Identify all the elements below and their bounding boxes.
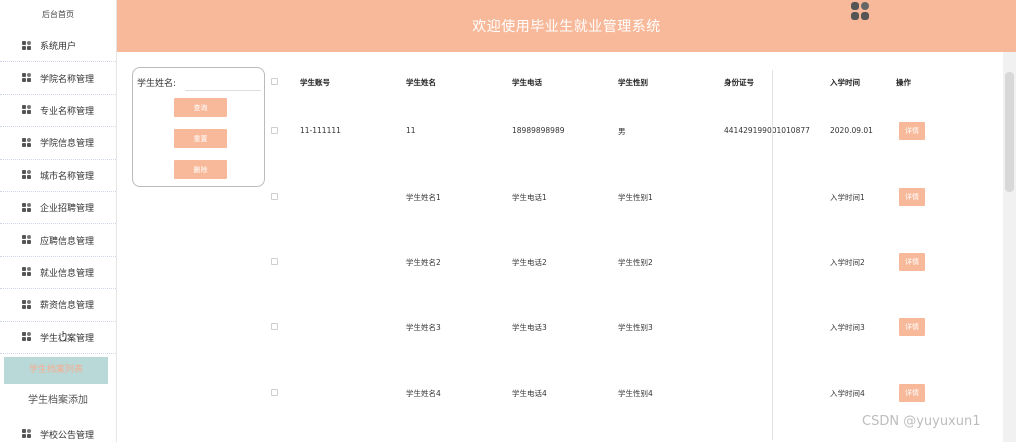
row-checkbox[interactable] <box>271 323 278 330</box>
table-header: 学生性别 <box>618 78 648 87</box>
sidebar-item-label: 薪资信息管理 <box>40 301 95 312</box>
sidebar-home-link[interactable]: 后台首页 <box>0 0 116 30</box>
sidebar-item-system-users[interactable]: 系统用户 <box>0 30 116 63</box>
grid-icon <box>22 235 32 245</box>
sidebar-item-student-archive[interactable]: 学生档案管理 <box>0 322 116 354</box>
table-row: 学生姓名3 学生电话3 学生性别3 入学时间3 详情 <box>266 318 1006 336</box>
table-cell: 学生性别3 <box>618 323 653 332</box>
detail-button[interactable]: 详情 <box>899 122 925 140</box>
vertical-scrollbar[interactable] <box>1003 52 1016 442</box>
table-cell: 18989898989 <box>512 126 565 135</box>
table-row: 学生姓名4 学生电话4 学生性别4 入学时间4 详情 <box>266 384 1006 402</box>
scrollbar-thumb[interactable] <box>1005 72 1014 192</box>
student-archive-table: 学生账号 学生姓名 学生电话 学生性别 身份证号 入学时间 操作 11-1111… <box>266 67 1006 442</box>
table-cell: 入学时间1 <box>830 193 865 202</box>
table-cell: 学生电话2 <box>512 258 547 267</box>
sidebar-item-city-name[interactable]: 城市名称管理 <box>0 160 116 192</box>
table-header: 学生姓名 <box>406 78 436 87</box>
sidebar-item-label: 系统用户 <box>40 42 77 53</box>
sidebar-item-label: 城市名称管理 <box>40 171 95 182</box>
table-cell: 学生电话1 <box>512 193 547 202</box>
sidebar-item-label: 就业信息管理 <box>40 268 95 279</box>
grid-icon <box>22 202 32 213</box>
row-checkbox[interactable] <box>271 127 278 134</box>
grid-icon <box>22 137 32 148</box>
table-header: 入学时间 <box>830 78 860 87</box>
sidebar-item-label: 学院名称管理 <box>40 74 95 85</box>
top-header: 欢迎使用毕业生就业管理系统 <box>117 0 1016 52</box>
table-cell: 学生姓名1 <box>406 193 441 202</box>
app-logo-icon <box>851 2 870 21</box>
table-header: 身份证号 <box>724 78 754 87</box>
grid-icon <box>22 105 32 115</box>
table-cell: 学生性别1 <box>618 193 653 202</box>
sidebar-item-label: 学院信息管理 <box>40 139 95 150</box>
table-cell: 入学时间4 <box>830 389 865 398</box>
hand-cursor-icon <box>60 331 67 342</box>
grid-icon <box>22 332 32 342</box>
row-checkbox[interactable] <box>271 258 278 265</box>
main-content: 学生姓名: 查询 重置 删除 学生账号 学生姓名 学生电话 学生性别 身份证号 … <box>117 52 1016 442</box>
table-row: 11-111111 11 18989898989 男 4414291990010… <box>266 122 1006 140</box>
table-header-row: 学生账号 学生姓名 学生电话 学生性别 身份证号 入学时间 操作 <box>266 77 1006 91</box>
grid-icon <box>22 429 32 439</box>
detail-button[interactable]: 详情 <box>899 188 925 206</box>
table-cell: 学生姓名2 <box>406 258 441 267</box>
table-cell: 学生性别4 <box>618 389 653 398</box>
row-checkbox[interactable] <box>271 193 278 200</box>
sidebar-item-label: 应聘信息管理 <box>40 236 95 247</box>
table-cell: 学生电话3 <box>512 323 547 332</box>
table-row: 学生姓名1 学生电话1 学生性别1 入学时间1 详情 <box>266 188 1006 206</box>
grid-icon <box>22 73 32 83</box>
detail-button[interactable]: 详情 <box>899 384 925 402</box>
table-cell: 11-111111 <box>300 126 341 135</box>
sidebar-subitem-archive-add[interactable]: 学生档案添加 <box>0 384 116 418</box>
sidebar: 后台首页 系统用户 学院名称管理 专业名称管理 学院信息管理 城市名称管理 企业… <box>0 0 117 442</box>
sidebar-item-salary[interactable]: 薪资信息管理 <box>0 289 116 322</box>
row-checkbox[interactable] <box>271 389 278 396</box>
watermark-text: CSDN @yuyuxun1 <box>862 414 981 429</box>
student-name-search-input[interactable] <box>185 71 261 91</box>
table-cell: 11 <box>406 126 416 135</box>
sidebar-item-label: 专业名称管理 <box>40 106 95 117</box>
grid-icon <box>22 267 32 277</box>
sidebar-item-major-name[interactable]: 专业名称管理 <box>0 95 116 128</box>
table-header: 学生账号 <box>300 78 330 87</box>
reset-button[interactable]: 重置 <box>174 129 227 148</box>
sidebar-item-label: 学校公告管理 <box>40 430 95 441</box>
table-header: 操作 <box>896 78 911 87</box>
column-divider <box>772 70 773 440</box>
grid-icon <box>22 299 32 310</box>
select-all-checkbox[interactable] <box>271 78 278 85</box>
table-cell: 男 <box>618 127 626 136</box>
table-cell: 入学时间2 <box>830 258 865 267</box>
grid-icon <box>22 40 32 51</box>
sidebar-item-college-info[interactable]: 学院信息管理 <box>0 127 116 160</box>
table-header: 学生电话 <box>512 78 542 87</box>
sidebar-item-label: 企业招聘管理 <box>40 204 95 215</box>
sidebar-item-application[interactable]: 应聘信息管理 <box>0 224 116 257</box>
table-cell: 学生电话4 <box>512 389 547 398</box>
sidebar-subitem-archive-list[interactable]: 学生档案列表 <box>4 356 108 384</box>
table-cell: 2020.09.01 <box>830 126 873 135</box>
detail-button[interactable]: 详情 <box>899 318 925 336</box>
grid-icon <box>22 170 32 180</box>
table-cell: 学生性别2 <box>618 258 653 267</box>
sidebar-item-college-name[interactable]: 学院名称管理 <box>0 62 116 95</box>
search-panel: 学生姓名: 查询 重置 删除 <box>132 67 265 187</box>
table-cell: 441429199001010877 <box>724 126 810 135</box>
table-cell: 学生姓名4 <box>406 389 441 398</box>
sidebar-item-recruitment[interactable]: 企业招聘管理 <box>0 192 116 225</box>
detail-button[interactable]: 详情 <box>899 253 925 271</box>
sidebar-item-school-notice[interactable]: 学校公告管理 <box>0 418 116 442</box>
delete-button[interactable]: 删除 <box>174 160 227 179</box>
query-button[interactable]: 查询 <box>174 98 227 117</box>
page-title: 欢迎使用毕业生就业管理系统 <box>472 19 661 35</box>
table-cell: 入学时间3 <box>830 323 865 332</box>
table-row: 学生姓名2 学生电话2 学生性别2 入学时间2 详情 <box>266 253 1006 271</box>
search-label: 学生姓名: <box>137 79 177 89</box>
table-cell: 学生姓名3 <box>406 323 441 332</box>
sidebar-item-employment[interactable]: 就业信息管理 <box>0 257 116 290</box>
